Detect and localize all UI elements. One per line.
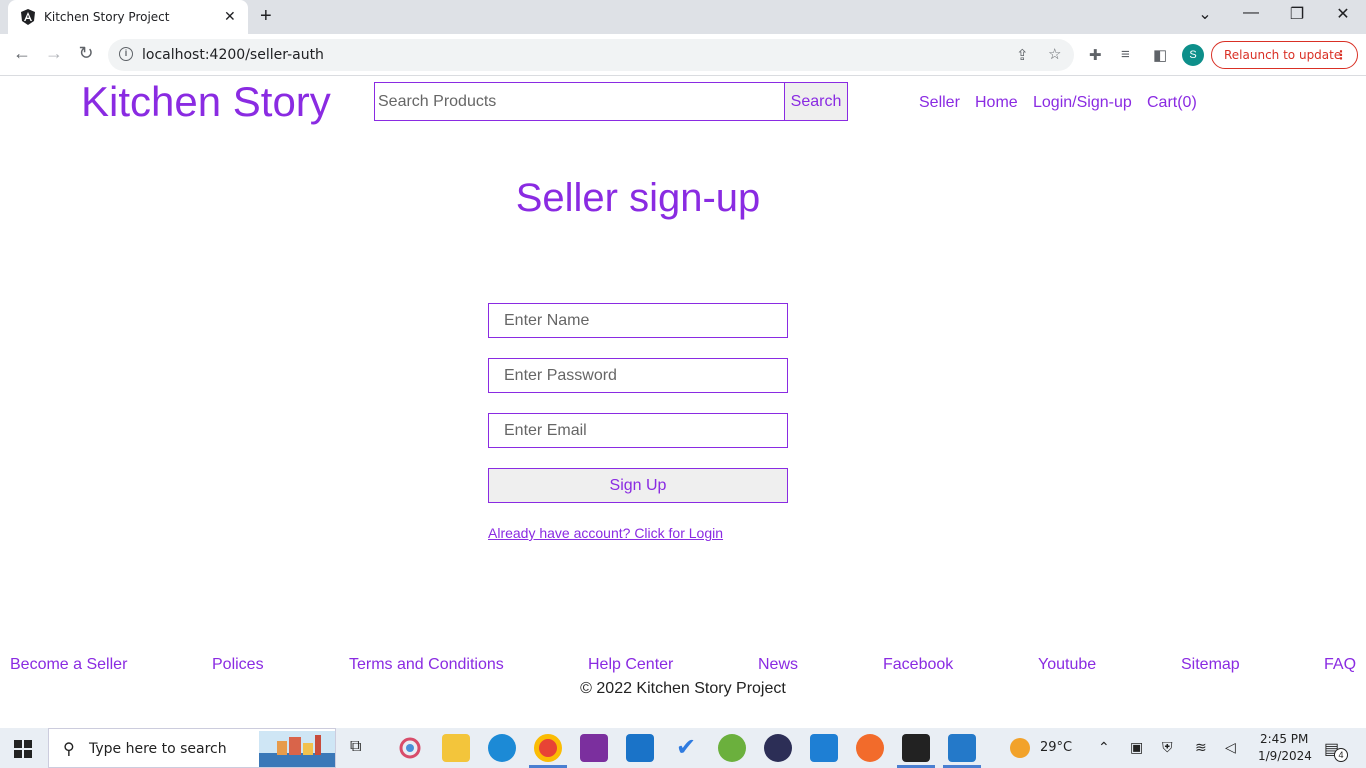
copyright-text: © 2022 Kitchen Story Project <box>580 680 786 697</box>
angular-icon <box>21 9 35 25</box>
minimize-icon[interactable]: — <box>1228 4 1274 22</box>
snipping-tool-icon[interactable] <box>396 734 424 762</box>
footer-link-help-center[interactable]: Help Center <box>588 656 673 674</box>
new-tab-icon[interactable]: + <box>260 5 272 28</box>
chevron-up-icon[interactable]: ⌃ <box>1098 739 1110 756</box>
more-menu-icon[interactable]: ⋮ <box>1335 42 1347 68</box>
terminal-icon[interactable] <box>902 734 930 762</box>
mail-icon[interactable] <box>626 734 654 762</box>
search-icon: ⚲ <box>63 741 75 758</box>
password-field[interactable]: Enter Password <box>488 358 788 393</box>
volume-icon[interactable]: ◁ <box>1225 739 1236 756</box>
footer-link-news[interactable]: News <box>758 656 798 674</box>
share-icon[interactable]: ⇪ <box>1016 46 1029 64</box>
file-explorer-icon[interactable] <box>442 734 470 762</box>
tab-search-chevron-icon[interactable]: ⌄ <box>1182 4 1228 24</box>
footer-link-faq[interactable]: FAQ <box>1324 656 1356 674</box>
media-queue-icon[interactable]: ≡ <box>1121 46 1130 63</box>
footer-link-facebook[interactable]: Facebook <box>883 656 953 674</box>
forward-icon[interactable]: → <box>42 43 66 64</box>
profile-avatar[interactable]: S <box>1182 44 1204 66</box>
clock-date[interactable]: 1/9/2024 <box>1258 749 1312 763</box>
postman-icon[interactable] <box>856 734 884 762</box>
browser-tabstrip: Kitchen Story Project ✕ + ⌄ — ❐ ✕ <box>0 0 1366 34</box>
footer-link-become-seller[interactable]: Become a Seller <box>10 656 127 674</box>
notification-count-badge: 4 <box>1334 748 1348 762</box>
onenote-icon[interactable] <box>580 734 608 762</box>
url-text: localhost:4200/seller-auth <box>142 47 324 63</box>
todo-icon[interactable]: ✔ <box>672 734 700 762</box>
defender-icon[interactable]: ⛨ <box>1162 739 1173 756</box>
login-link[interactable]: Already have account? Click for Login <box>488 525 723 541</box>
footer-link-sitemap[interactable]: Sitemap <box>1181 656 1240 674</box>
back-icon[interactable]: ← <box>10 43 34 64</box>
tab-close-icon[interactable]: ✕ <box>224 8 236 25</box>
meet-icon[interactable]: ▣ <box>1130 739 1143 756</box>
extensions-icon[interactable]: ✚ <box>1089 46 1102 64</box>
taskbar-search-box[interactable]: ⚲ Type here to search <box>48 728 336 768</box>
nav-cart[interactable]: Cart(0) <box>1147 94 1197 112</box>
weather-icon[interactable] <box>1010 738 1030 758</box>
vscode-icon[interactable] <box>810 734 838 762</box>
windows-start-icon[interactable] <box>14 740 32 758</box>
wifi-icon[interactable]: ≋ <box>1195 739 1207 756</box>
nav-seller[interactable]: Seller <box>919 94 960 112</box>
site-info-icon[interactable]: i <box>119 47 133 61</box>
nav-login-signup[interactable]: Login/Sign-up <box>1033 94 1132 112</box>
sign-up-button[interactable]: Sign Up <box>488 468 788 503</box>
vscode-second-icon[interactable] <box>948 734 976 762</box>
footer-link-polices[interactable]: Polices <box>212 656 264 674</box>
email-field[interactable]: Enter Email <box>488 413 788 448</box>
address-bar[interactable]: i localhost:4200/seller-auth ⇪ ☆ <box>108 39 1074 71</box>
search-input[interactable]: Search Products <box>374 82 785 121</box>
side-panel-icon[interactable]: ◧ <box>1153 46 1167 64</box>
clock-time[interactable]: 2:45 PM <box>1260 732 1308 746</box>
nav-home[interactable]: Home <box>975 94 1018 112</box>
bookmark-star-icon[interactable]: ☆ <box>1048 45 1061 63</box>
edge-icon[interactable] <box>488 734 516 762</box>
site-logo-text[interactable]: Kitchen Story <box>81 78 331 126</box>
close-window-icon[interactable]: ✕ <box>1320 4 1366 24</box>
eclipse-icon[interactable] <box>764 734 792 762</box>
relaunch-label: Relaunch to update <box>1224 48 1342 62</box>
spring-tool-icon[interactable] <box>718 734 746 762</box>
browser-toolbar: ← → ↻ i localhost:4200/seller-auth ⇪ ☆ ✚… <box>0 34 1366 76</box>
name-field[interactable]: Enter Name <box>488 303 788 338</box>
reload-icon[interactable]: ↻ <box>74 43 98 64</box>
weather-temperature[interactable]: 29°C <box>1040 740 1072 755</box>
task-view-icon[interactable]: ⧉ <box>350 738 361 756</box>
tab-title: Kitchen Story Project <box>44 10 170 24</box>
search-highlight-illustration <box>259 731 335 767</box>
browser-tab[interactable]: Kitchen Story Project ✕ <box>8 0 248 34</box>
taskbar-search-placeholder: Type here to search <box>89 741 227 757</box>
footer-link-terms[interactable]: Terms and Conditions <box>349 656 504 674</box>
page-title: Seller sign-up <box>515 176 761 220</box>
search-button[interactable]: Search <box>784 82 848 121</box>
footer-link-youtube[interactable]: Youtube <box>1038 656 1096 674</box>
relaunch-button[interactable]: Relaunch to update ⋮ <box>1211 41 1358 69</box>
windows-taskbar: ⚲ Type here to search ⧉ ✔ 29°C ⌃ ▣ ⛨ ≋ ◁… <box>0 728 1366 768</box>
chrome-icon[interactable] <box>534 734 562 762</box>
restore-icon[interactable]: ❐ <box>1274 4 1320 24</box>
